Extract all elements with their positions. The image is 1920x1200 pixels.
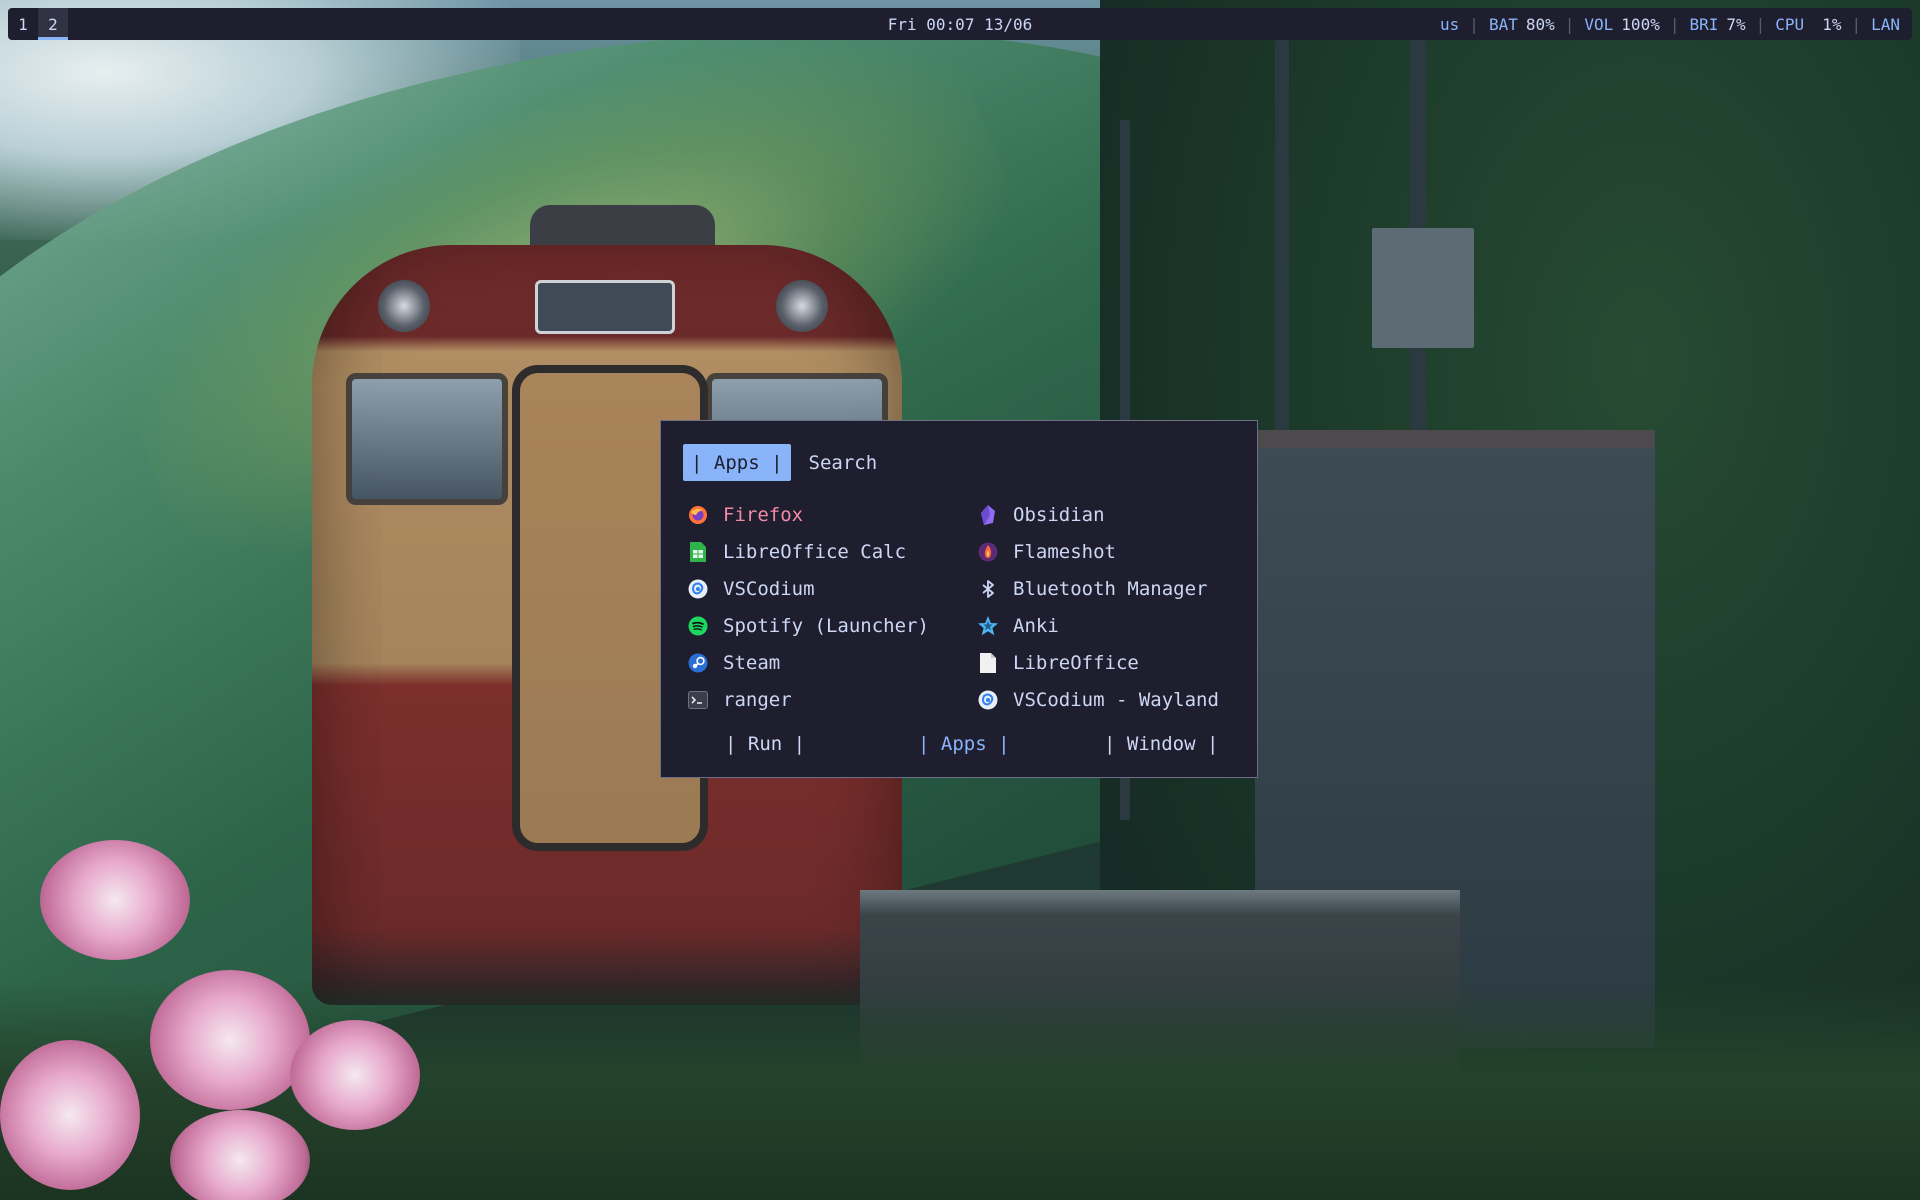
app-entry-spotify[interactable]: Spotify (Launcher)	[687, 614, 977, 638]
app-label: Firefox	[723, 504, 804, 526]
status-modules: us | BAT 80% | VOL 100% | BRI 7% | CPU 1…	[1440, 15, 1912, 34]
cosmos-flower	[170, 1110, 310, 1200]
launcher-tabs: | Apps | Search	[683, 444, 877, 481]
train-headlamp	[776, 280, 828, 332]
status-bar: 1 2 Fri 00:07 13/06 us | BAT 80% | VOL 1…	[8, 8, 1912, 40]
app-entry-bluetooth-manager[interactable]: Bluetooth Manager	[977, 577, 1237, 601]
cosmos-flower	[290, 1020, 420, 1130]
app-label: Steam	[723, 652, 781, 674]
bluetooth-icon	[977, 578, 999, 600]
app-list: Firefox Obsidian LibreOffice Calc Flames…	[687, 503, 1237, 712]
app-label: Obsidian	[1013, 504, 1105, 526]
battery-value: 80%	[1525, 14, 1555, 34]
volume-label[interactable]: VOL	[1584, 15, 1613, 34]
keyboard-layout[interactable]: us	[1440, 15, 1459, 34]
app-entry-firefox[interactable]: Firefox	[687, 503, 977, 527]
steam-icon	[687, 652, 709, 674]
libreoffice-icon	[977, 652, 999, 674]
separator: |	[1851, 14, 1862, 34]
app-label: VSCodium - Wayland	[1013, 689, 1219, 711]
anki-icon	[977, 615, 999, 637]
app-entry-steam[interactable]: Steam	[687, 651, 977, 675]
app-label: ranger	[723, 689, 792, 711]
app-entry-vscodium-wayland[interactable]: VSCodium - Wayland	[977, 688, 1237, 712]
train-window	[346, 373, 508, 505]
tab-search[interactable]: Search	[809, 452, 878, 474]
terminal-icon	[687, 689, 709, 711]
vscodium-icon	[687, 578, 709, 600]
cosmos-flower	[40, 840, 190, 960]
battery-label: BAT	[1488, 14, 1518, 34]
app-entry-vscodium[interactable]: VSCodium	[687, 577, 977, 601]
spotify-icon	[687, 615, 709, 637]
cosmos-flower	[0, 1040, 140, 1190]
separator: |	[1669, 14, 1680, 34]
app-entry-libreoffice[interactable]: LibreOffice	[977, 651, 1237, 675]
libreoffice-calc-icon	[687, 541, 709, 563]
app-label: VSCodium	[723, 578, 815, 600]
tab-apps[interactable]: | Apps |	[683, 444, 791, 481]
app-label: Flameshot	[1013, 541, 1116, 563]
workspace-1-button[interactable]: 1	[8, 8, 38, 40]
app-entry-flameshot[interactable]: Flameshot	[977, 540, 1237, 564]
cpu-label: CPU	[1775, 14, 1805, 34]
obsidian-icon	[977, 504, 999, 526]
mode-window[interactable]: | Window |	[1104, 733, 1218, 755]
sign-board	[1372, 228, 1474, 348]
app-label: Anki	[1013, 615, 1059, 637]
app-label: LibreOffice	[1013, 652, 1139, 674]
separator: |	[1755, 14, 1766, 34]
workspace-switcher: 1 2	[8, 8, 68, 40]
app-entry-ranger[interactable]: ranger	[687, 688, 977, 712]
mode-switcher: | Run | | Apps | | Window |	[661, 733, 1257, 757]
app-entry-libreoffice-calc[interactable]: LibreOffice Calc	[687, 540, 977, 564]
network-status[interactable]: LAN	[1871, 15, 1900, 34]
volume-value[interactable]: 100%	[1621, 15, 1660, 34]
mode-run[interactable]: | Run |	[725, 733, 805, 755]
train-headlamp	[378, 280, 430, 332]
app-label: LibreOffice Calc	[723, 541, 907, 563]
flameshot-icon	[977, 541, 999, 563]
cosmos-flower	[150, 970, 310, 1110]
vscodium-wayland-icon	[977, 689, 999, 711]
brightness-label[interactable]: BRI	[1689, 15, 1718, 34]
separator: |	[1469, 14, 1479, 34]
app-entry-obsidian[interactable]: Obsidian	[977, 503, 1237, 527]
brightness-value[interactable]: 7%	[1726, 15, 1745, 34]
app-entry-anki[interactable]: Anki	[977, 614, 1237, 638]
app-label: Spotify (Launcher)	[723, 615, 929, 637]
train-destination-sign	[535, 280, 675, 334]
app-label: Bluetooth Manager	[1013, 578, 1208, 600]
mode-apps[interactable]: | Apps |	[918, 733, 1010, 755]
app-launcher: | Apps | Search Firefox Obsidian LibreOf…	[660, 420, 1258, 778]
cpu-value: 1%	[1822, 14, 1842, 34]
separator: |	[1564, 14, 1575, 34]
firefox-icon	[687, 504, 709, 526]
workspace-2-button[interactable]: 2	[38, 8, 68, 40]
